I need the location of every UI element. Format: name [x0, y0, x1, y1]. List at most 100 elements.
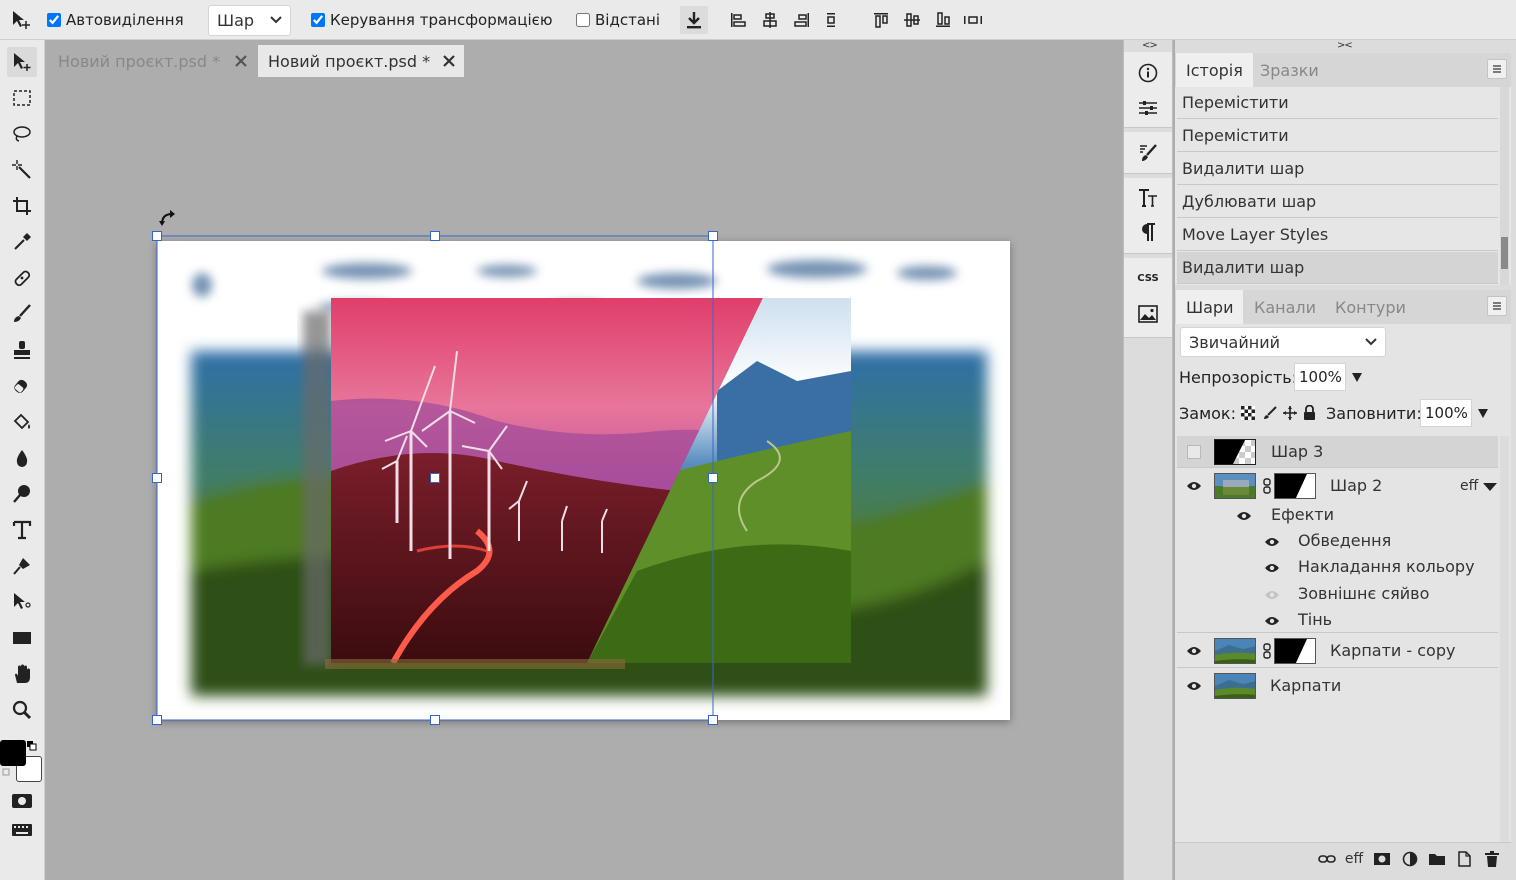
hand-tool-button[interactable]: [7, 659, 37, 689]
pen-tool-button[interactable]: [7, 551, 37, 581]
distances-option[interactable]: Відстані: [576, 11, 660, 29]
history-item[interactable]: Перемістити: [1177, 120, 1498, 152]
history-item[interactable]: Перемістити: [1177, 87, 1498, 119]
lasso-tool-button[interactable]: [7, 119, 37, 149]
transform-handle-top-right[interactable]: [708, 231, 718, 241]
transform-handle-top-center[interactable]: [430, 231, 440, 241]
keyboard-button[interactable]: [7, 815, 37, 845]
transform-controls-checkbox[interactable]: [311, 13, 325, 27]
magic-wand-tool-button[interactable]: [7, 155, 37, 185]
zoom-tool-button[interactable]: [7, 695, 37, 725]
layer-mask-thumbnail[interactable]: [1274, 638, 1316, 664]
dodge-tool-button[interactable]: [7, 479, 37, 509]
layer-row[interactable]: Карпати: [1177, 669, 1498, 703]
history-scrollbar[interactable]: [1500, 87, 1509, 285]
history-item[interactable]: Дублювати шар: [1177, 186, 1498, 218]
move-tool-button[interactable]: [7, 47, 37, 77]
add-mask-button[interactable]: [1371, 848, 1393, 870]
delete-layer-button[interactable]: [1481, 848, 1503, 870]
layers-scrollbar[interactable]: [1500, 436, 1509, 844]
auto-select-option[interactable]: Автовиділення: [47, 11, 184, 29]
path-select-tool-button[interactable]: [7, 587, 37, 617]
lock-position-icon[interactable]: [1283, 406, 1297, 420]
eraser-tool-button[interactable]: [7, 371, 37, 401]
eye-icon-disabled[interactable]: [1264, 589, 1280, 601]
info-button[interactable]: [1128, 55, 1168, 91]
align-top-button[interactable]: [867, 6, 895, 34]
transform-handle-middle-left[interactable]: [152, 473, 162, 483]
eye-icon[interactable]: [1186, 680, 1202, 692]
eye-icon[interactable]: [1236, 510, 1252, 522]
transform-handle-center[interactable]: [430, 473, 440, 483]
reset-colors-icon[interactable]: [2, 768, 12, 778]
layer-select-dropdown[interactable]: Шар: [208, 4, 291, 36]
download-button[interactable]: [680, 6, 708, 34]
marquee-tool-button[interactable]: [7, 83, 37, 113]
transform-handle-middle-right[interactable]: [708, 473, 718, 483]
effect-row[interactable]: Зовнішнє сяйво: [1177, 581, 1498, 607]
chain-link-icon[interactable]: [1263, 478, 1271, 494]
lock-pixels-icon[interactable]: [1263, 406, 1277, 420]
eye-icon[interactable]: [1186, 480, 1202, 492]
effects-group-row[interactable]: Ефекти: [1177, 502, 1498, 528]
fill-input[interactable]: 100%: [1420, 399, 1472, 427]
transform-handle-top-left[interactable]: [152, 231, 162, 241]
layer-visibility-toggle[interactable]: [1187, 445, 1201, 459]
distribute-v-button[interactable]: [959, 6, 987, 34]
align-bottom-button[interactable]: [929, 6, 957, 34]
tab-paths[interactable]: Контури: [1325, 290, 1416, 324]
foreground-color-swatch[interactable]: [0, 740, 26, 766]
rectangle-tool-button[interactable]: [7, 623, 37, 653]
eye-icon[interactable]: [1264, 615, 1280, 627]
eyedropper-tool-button[interactable]: [7, 227, 37, 257]
opacity-dropdown-icon[interactable]: [1351, 371, 1363, 383]
align-middle-v-button[interactable]: [898, 6, 926, 34]
tab-swatches[interactable]: Зразки: [1250, 53, 1329, 87]
history-item[interactable]: Видалити шар: [1177, 153, 1498, 185]
character-button[interactable]: [1128, 180, 1168, 216]
eye-icon[interactable]: [1186, 645, 1202, 657]
panel-menu-button[interactable]: [1487, 59, 1507, 79]
auto-select-checkbox[interactable]: [47, 13, 61, 27]
collapse-toggle[interactable]: ><: [1337, 40, 1353, 51]
text-tool-button[interactable]: [7, 515, 37, 545]
lock-transparency-icon[interactable]: [1241, 406, 1255, 420]
layer-row[interactable]: Шар 3: [1177, 436, 1498, 468]
scroll-thumb[interactable]: [1501, 237, 1508, 269]
chain-link-icon[interactable]: [1263, 643, 1271, 659]
eye-icon[interactable]: [1264, 562, 1280, 574]
transform-handle-bottom-left[interactable]: [152, 715, 162, 725]
adjustments-button[interactable]: [1128, 90, 1168, 126]
tab-layers[interactable]: Шари: [1176, 290, 1244, 324]
close-icon[interactable]: [232, 52, 250, 70]
layer-row[interactable]: Карпати - copy: [1177, 634, 1498, 668]
close-icon[interactable]: [440, 52, 458, 70]
brush-settings-button[interactable]: [1128, 135, 1168, 171]
transform-handle-bottom-center[interactable]: [430, 715, 440, 725]
blend-mode-select[interactable]: Звичайний: [1180, 327, 1386, 357]
image-button[interactable]: [1128, 296, 1168, 332]
brush-tool-button[interactable]: [7, 299, 37, 329]
distribute-h-button[interactable]: [817, 6, 845, 34]
lock-all-icon[interactable]: [1303, 405, 1316, 420]
history-item[interactable]: Move Layer Styles: [1177, 219, 1498, 251]
transform-controls-option[interactable]: Керування трансформацією: [311, 11, 553, 29]
blur-tool-button[interactable]: [7, 443, 37, 473]
align-right-button[interactable]: [788, 6, 816, 34]
paragraph-button[interactable]: [1128, 214, 1168, 250]
effect-row[interactable]: Обведення: [1177, 528, 1498, 554]
tab-history[interactable]: Історія: [1176, 53, 1253, 87]
document-tab-2[interactable]: Новий проєкт.psd *: [258, 45, 464, 77]
eye-icon[interactable]: [1264, 536, 1280, 548]
panel-menu-button[interactable]: [1487, 296, 1507, 316]
align-center-h-button[interactable]: [756, 6, 784, 34]
layer-mask-thumbnail[interactable]: [1274, 473, 1316, 499]
adjustment-layer-button[interactable]: [1399, 848, 1421, 870]
quick-mask-button[interactable]: [7, 786, 37, 816]
opacity-input[interactable]: 100%: [1294, 363, 1346, 391]
transform-handle-bottom-right[interactable]: [708, 715, 718, 725]
align-left-button[interactable]: [724, 6, 752, 34]
paint-bucket-tool-button[interactable]: [7, 407, 37, 437]
new-group-button[interactable]: [1426, 848, 1448, 870]
swap-colors-icon[interactable]: [27, 741, 37, 751]
